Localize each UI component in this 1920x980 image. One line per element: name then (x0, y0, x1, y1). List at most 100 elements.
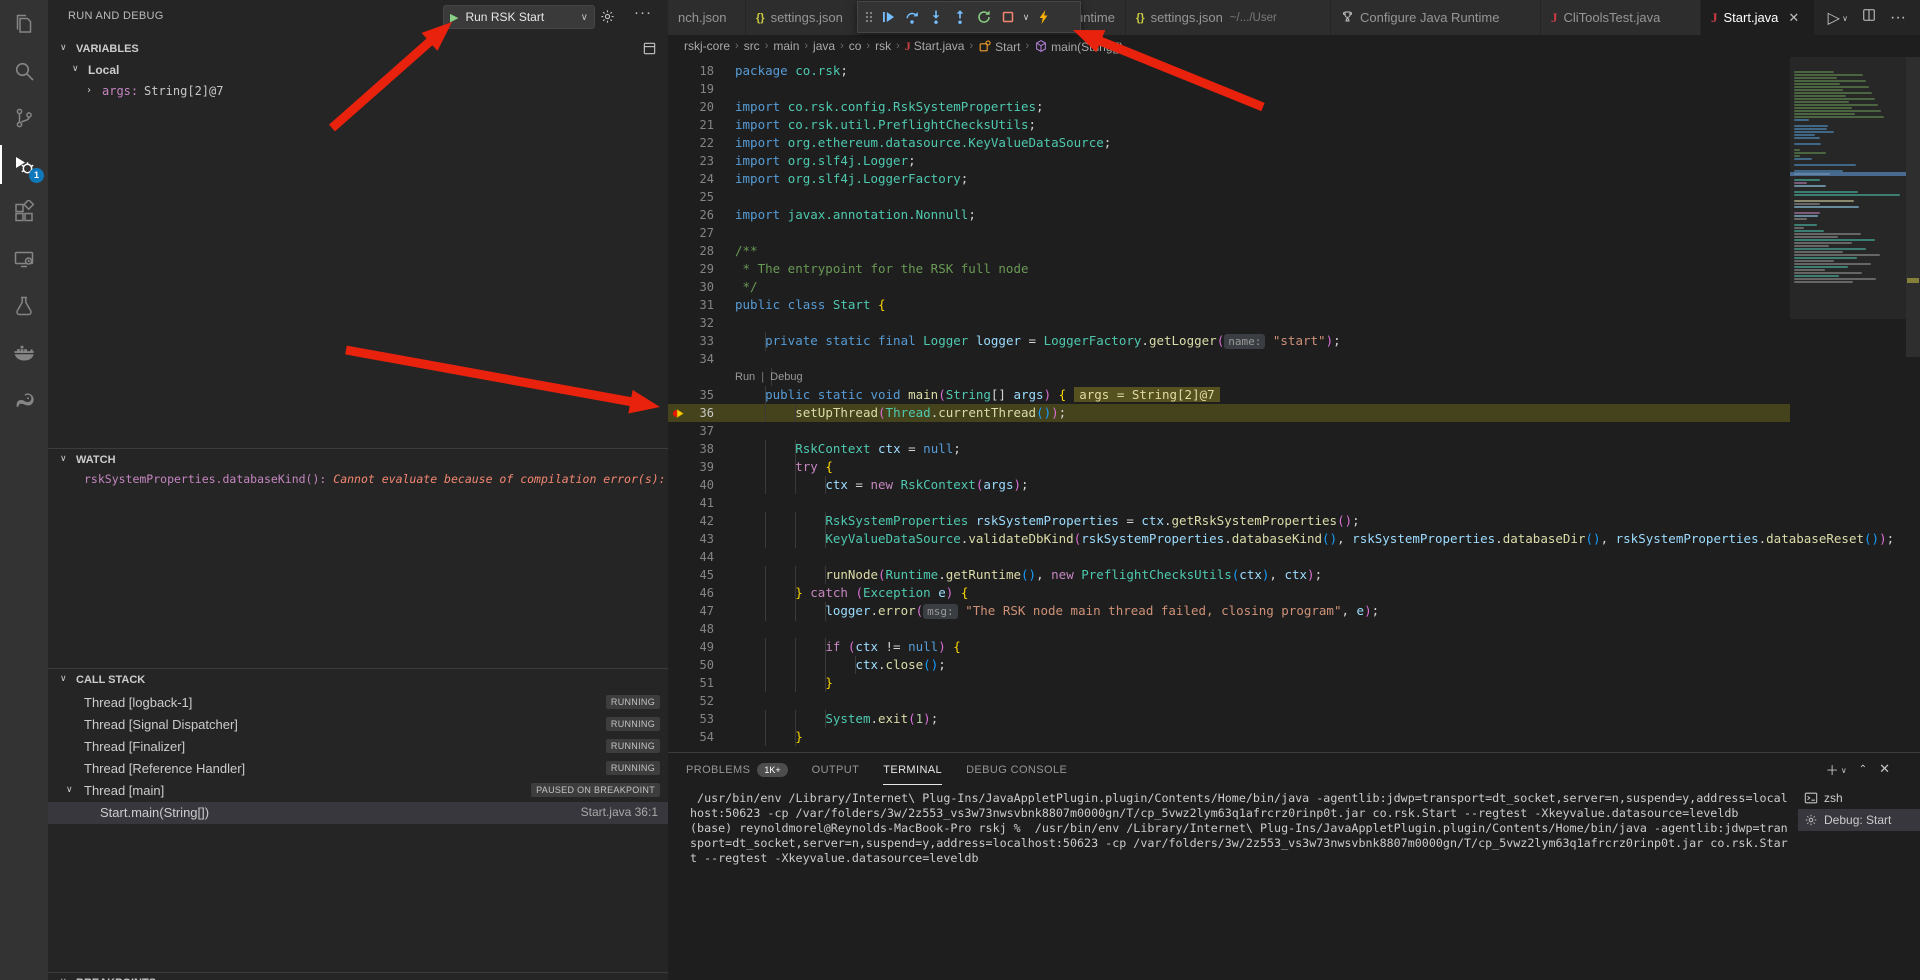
tab-settings-json[interactable]: {}settings.json~/.../User (1126, 0, 1331, 35)
code-line-23[interactable]: 23import org.slf4j.Logger; (668, 152, 1790, 170)
code-line-20[interactable]: 20import co.rsk.config.RskSystemProperti… (668, 98, 1790, 116)
panel-tab-debug-console[interactable]: DEBUG CONSOLE (966, 753, 1067, 785)
close-panel-icon[interactable]: ✕ (1879, 761, 1890, 777)
line-number[interactable]: 46 (668, 584, 714, 602)
line-number[interactable]: 43 (668, 530, 714, 548)
line-number[interactable]: 27 (668, 224, 714, 242)
scrollbar-thumb[interactable] (1906, 57, 1920, 357)
line-number[interactable]: 39 (668, 458, 714, 476)
start-debug-icon[interactable]: ▶ (450, 11, 458, 24)
breadcrumb-item[interactable]: src (744, 39, 760, 53)
code-line-41[interactable]: 41 (668, 494, 1790, 512)
launch-config-dropdown[interactable]: ▶ Run RSK Start ∨ (443, 5, 595, 29)
breadcrumb-symbol-class[interactable]: Start (978, 39, 1020, 54)
tab-clitoolstest-java[interactable]: JCliToolsTest.java (1541, 0, 1701, 35)
run-file-icon[interactable]: ▷ ∨ (1828, 8, 1848, 28)
line-number[interactable]: 38 (668, 440, 714, 458)
remote-explorer-icon[interactable] (0, 235, 48, 282)
call-stack-thread[interactable]: Thread [Signal Dispatcher]RUNNING (48, 714, 668, 736)
code-line-50[interactable]: 50 ctx.close(); (668, 656, 1790, 674)
line-number[interactable]: 32 (668, 314, 714, 332)
tab-nch-json[interactable]: nch.json (668, 0, 746, 35)
code-line-18[interactable]: 18package co.rsk; (668, 62, 1790, 80)
continue-button[interactable] (876, 4, 900, 30)
stop-button[interactable] (996, 4, 1020, 30)
code-line-33[interactable]: 33 private static final Logger logger = … (668, 332, 1790, 350)
drag-handle-icon[interactable] (862, 9, 876, 25)
search-icon[interactable] (0, 47, 48, 94)
line-number[interactable]: 53 (668, 710, 714, 728)
code-line-43[interactable]: 43 KeyValueDataSource.validateDbKind(rsk… (668, 530, 1790, 548)
breadcrumb-file[interactable]: JStart.java (905, 39, 965, 54)
code-line-39[interactable]: 39 try { (668, 458, 1790, 476)
code-line-37[interactable]: 37 (668, 422, 1790, 440)
panel-tab-problems[interactable]: PROBLEMS1K+ (686, 753, 788, 785)
code-line-21[interactable]: 21import co.rsk.util.PreflightChecksUtil… (668, 116, 1790, 134)
minimap[interactable] (1790, 57, 1906, 753)
line-number[interactable]: 29 (668, 260, 714, 278)
more-actions-icon[interactable]: ··· (634, 4, 652, 21)
line-number[interactable]: 47 (668, 602, 714, 620)
line-number[interactable]: 22 (668, 134, 714, 152)
line-number[interactable]: 23 (668, 152, 714, 170)
code-line-53[interactable]: 53 System.exit(1); (668, 710, 1790, 728)
line-number[interactable]: 52 (668, 692, 714, 710)
codelens-run-debug[interactable]: Run | Debug (735, 370, 803, 384)
code-line-26[interactable]: 26import javax.annotation.Nonnull; (668, 206, 1790, 224)
terminal-output[interactable]: /usr/bin/env /Library/Internet\ Plug-Ins… (690, 791, 1790, 866)
step-over-button[interactable] (900, 4, 924, 30)
code-line-38[interactable]: 38 RskContext ctx = null; (668, 440, 1790, 458)
breadcrumb-item[interactable]: rsk (875, 39, 891, 53)
code-line-32[interactable]: 32 (668, 314, 1790, 332)
call-stack-thread[interactable]: ∨Thread [main]PAUSED ON BREAKPOINT (48, 780, 668, 802)
code-line-54[interactable]: 54 } (668, 728, 1790, 746)
call-stack-thread[interactable]: Thread [logback-1]RUNNING (48, 692, 668, 714)
step-out-button[interactable] (948, 4, 972, 30)
variable-args[interactable]: › args: String[2]@7 (48, 82, 668, 102)
line-number[interactable]: 42 (668, 512, 714, 530)
extensions-icon[interactable] (0, 188, 48, 235)
section-variables[interactable]: ∨ VARIABLES (48, 38, 668, 60)
line-number[interactable]: 18 (668, 62, 714, 80)
call-stack-thread[interactable]: Thread [Reference Handler]RUNNING (48, 758, 668, 780)
code-line-27[interactable]: 27 (668, 224, 1790, 242)
breadcrumb-item[interactable]: rskj-core (684, 39, 730, 53)
code-line-52[interactable]: 52 (668, 692, 1790, 710)
gradle-icon[interactable] (0, 376, 48, 423)
code-line-30[interactable]: 30 */ (668, 278, 1790, 296)
section-call-stack[interactable]: ∨ CALL STACK (48, 668, 668, 691)
code-line-46[interactable]: 46 } catch (Exception e) { (668, 584, 1790, 602)
line-number[interactable]: 48 (668, 620, 714, 638)
line-number[interactable]: 31 (668, 296, 714, 314)
code-line-51[interactable]: 51 } (668, 674, 1790, 692)
code-line-19[interactable]: 19 (668, 80, 1790, 98)
line-number[interactable]: 34 (668, 350, 714, 368)
editor-layout-icon[interactable] (642, 41, 657, 59)
watch-expression[interactable]: rskSystemProperties.databaseKind(): Cann… (84, 472, 664, 490)
code-line-42[interactable]: 42 RskSystemProperties rskSystemProperti… (668, 512, 1790, 530)
breadcrumb-item[interactable]: main (773, 39, 799, 53)
breadcrumb-item[interactable]: co (849, 39, 862, 53)
line-number[interactable]: 50 (668, 656, 714, 674)
hot-code-replace-icon[interactable] (1032, 4, 1056, 30)
code-line-28[interactable]: 28/** (668, 242, 1790, 260)
code-line-34[interactable]: 34 (668, 350, 1790, 368)
line-number[interactable]: 25 (668, 188, 714, 206)
explorer-icon[interactable] (0, 0, 48, 47)
code-line-44[interactable]: 44 (668, 548, 1790, 566)
terminal-list-item-zsh[interactable]: zsh (1798, 787, 1920, 809)
code-line-40[interactable]: 40 ctx = new RskContext(args); (668, 476, 1790, 494)
code-line-22[interactable]: 22import org.ethereum.datasource.KeyValu… (668, 134, 1790, 152)
code-line-49[interactable]: 49 if (ctx != null) { (668, 638, 1790, 656)
breadcrumb-item[interactable]: java (813, 39, 835, 53)
call-stack-thread[interactable]: Thread [Finalizer]RUNNING (48, 736, 668, 758)
close-icon[interactable]: ✕ (1788, 10, 1799, 26)
step-into-button[interactable] (924, 4, 948, 30)
stop-dropdown-icon[interactable]: ∨ (1020, 12, 1032, 23)
code-line-31[interactable]: 31public class Start { (668, 296, 1790, 314)
docker-icon[interactable] (0, 329, 48, 376)
line-number[interactable]: 54 (668, 728, 714, 746)
line-number[interactable]: 19 (668, 80, 714, 98)
line-number[interactable]: 37 (668, 422, 714, 440)
section-watch[interactable]: ∨ WATCH (48, 448, 668, 471)
